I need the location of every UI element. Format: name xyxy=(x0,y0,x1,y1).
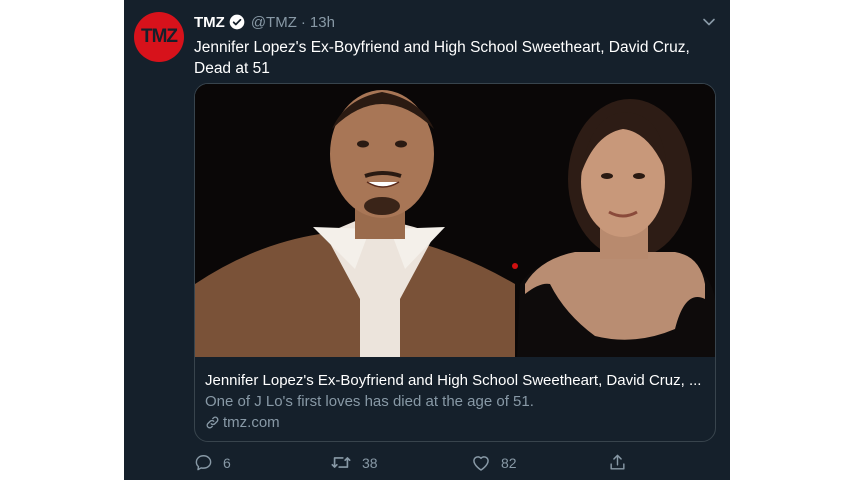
author-handle[interactable]: @TMZ xyxy=(251,14,297,31)
author-name[interactable]: TMZ xyxy=(194,14,225,31)
card-domain-text: tmz.com xyxy=(223,414,280,431)
avatar[interactable]: TMZ xyxy=(134,12,184,62)
separator-dot: · xyxy=(300,13,306,31)
link-icon xyxy=(206,416,219,429)
like-button[interactable]: 82 xyxy=(471,453,517,472)
heart-icon xyxy=(473,456,489,471)
like-count: 82 xyxy=(501,454,517,471)
tweet-time[interactable]: 13h xyxy=(310,14,335,31)
link-card[interactable]: Jennifer Lopez's Ex-Boyfriend and High S… xyxy=(194,83,716,442)
retweet-button[interactable]: 38 xyxy=(330,453,378,472)
card-photo xyxy=(195,84,715,357)
reply-count: 6 xyxy=(223,454,231,471)
reply-button[interactable]: 6 xyxy=(194,453,231,472)
reply-icon xyxy=(195,455,212,471)
chevron-down-icon[interactable] xyxy=(702,15,716,29)
tweet[interactable]: TMZ TMZ @TMZ · 13h Jennifer Lopez's Ex-B… xyxy=(124,0,730,480)
card-domain[interactable]: tmz.com xyxy=(205,414,280,431)
verified-badge-icon xyxy=(229,14,245,30)
card-description: One of J Lo's first loves has died at th… xyxy=(205,393,534,410)
retweet-count: 38 xyxy=(362,454,378,471)
share-button[interactable] xyxy=(608,453,637,472)
tweet-text: Jennifer Lopez's Ex-Boyfriend and High S… xyxy=(194,39,690,77)
retweet-icon xyxy=(331,457,351,468)
card-title[interactable]: Jennifer Lopez's Ex-Boyfriend and High S… xyxy=(205,372,705,389)
share-icon xyxy=(610,454,625,470)
tweet-actions: 6 38 82 xyxy=(194,453,714,473)
tweet-header: TMZ @TMZ · 13h xyxy=(194,11,718,33)
avatar-logo-text: TMZ xyxy=(140,26,178,47)
